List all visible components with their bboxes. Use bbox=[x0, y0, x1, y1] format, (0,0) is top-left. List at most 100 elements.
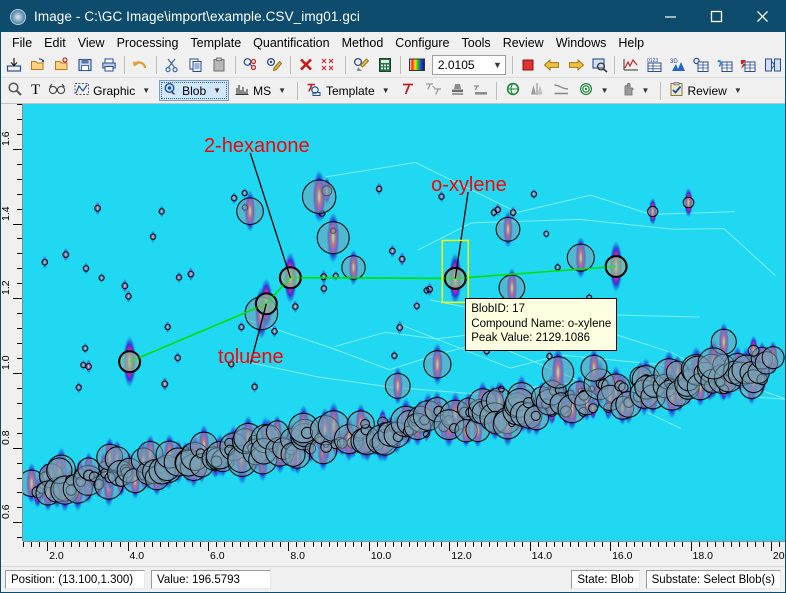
calculator-icon[interactable] bbox=[375, 54, 397, 76]
gc-image-plot[interactable]: 2-hexanone toluene o-xylene BlobID: 17 C… bbox=[23, 104, 785, 541]
x-tick-minor bbox=[152, 542, 153, 547]
stamp-tool[interactable] bbox=[447, 80, 468, 101]
print-icon[interactable] bbox=[99, 54, 121, 76]
copy-icon[interactable] bbox=[185, 54, 207, 76]
graphic-tool[interactable]: Graphic ▼ bbox=[71, 80, 157, 101]
ms-tool[interactable]: MS ▼ bbox=[231, 80, 293, 101]
status-position: Position: (13.100,1.300) bbox=[5, 570, 145, 589]
x-tick-minor bbox=[506, 542, 507, 547]
chevron-down-icon[interactable]: ▼ bbox=[378, 86, 394, 95]
x-tick-minor bbox=[200, 542, 201, 547]
status-value: Value: 196.5793 bbox=[151, 570, 271, 589]
compound-table-icon[interactable] bbox=[715, 54, 737, 76]
x-tick-minor bbox=[79, 542, 80, 547]
x-tick-minor bbox=[95, 542, 96, 547]
trend-tool[interactable] bbox=[550, 80, 573, 101]
globe-tool[interactable] bbox=[502, 80, 524, 101]
menu-quantification[interactable]: Quantification bbox=[247, 34, 335, 52]
x-tick-major bbox=[288, 542, 289, 551]
baseline-tool[interactable] bbox=[470, 80, 492, 101]
paste-icon[interactable] bbox=[209, 54, 231, 76]
report-table-icon[interactable] bbox=[739, 54, 761, 76]
chevron-down-icon[interactable]: ▼ bbox=[597, 86, 613, 95]
menu-tools[interactable]: Tools bbox=[456, 34, 497, 52]
chevron-down-icon[interactable]: ▼ bbox=[730, 86, 746, 95]
minimize-button[interactable] bbox=[647, 1, 693, 32]
text-tool[interactable]: T bbox=[28, 80, 43, 101]
x-tick-minor bbox=[514, 542, 515, 547]
x-tick-minor bbox=[465, 542, 466, 547]
review-tool[interactable]: Review ▼ bbox=[666, 80, 748, 101]
clear-blobs-icon[interactable] bbox=[319, 54, 341, 76]
paint-blob-icon[interactable] bbox=[351, 54, 373, 76]
peak-compare-tool[interactable] bbox=[526, 80, 548, 101]
chevron-down-icon[interactable]: ▼ bbox=[638, 86, 654, 95]
y-tick-minor bbox=[17, 283, 22, 284]
menu-windows[interactable]: Windows bbox=[550, 34, 613, 52]
delete-icon[interactable] bbox=[296, 54, 318, 76]
baseline-icon bbox=[473, 82, 489, 99]
x-tick-minor bbox=[602, 542, 603, 547]
template-table-icon[interactable] bbox=[691, 54, 713, 76]
image-compare-icon[interactable] bbox=[762, 54, 784, 76]
zoom-region-icon[interactable] bbox=[589, 54, 611, 76]
y-tick-minor bbox=[17, 478, 22, 479]
x-tick-minor bbox=[192, 542, 193, 547]
x-tick-minor bbox=[256, 542, 257, 547]
undo-icon[interactable] bbox=[130, 54, 152, 76]
menu-configure[interactable]: Configure bbox=[389, 34, 455, 52]
x-tick-minor bbox=[329, 542, 330, 547]
y-tick-major bbox=[13, 373, 22, 374]
chromatogram-icon[interactable] bbox=[620, 54, 642, 76]
x-tick-minor bbox=[481, 542, 482, 547]
menu-edit[interactable]: Edit bbox=[38, 34, 72, 52]
blob-table-icon[interactable]: 0123 bbox=[644, 54, 666, 76]
spectacles-tool[interactable] bbox=[45, 80, 69, 101]
annotation-o-xylene[interactable]: o-xylene bbox=[431, 174, 507, 197]
target-tool[interactable]: ▼ bbox=[575, 80, 616, 101]
chevron-down-icon[interactable]: ▼ bbox=[274, 86, 290, 95]
back-arrow-icon[interactable] bbox=[541, 54, 563, 76]
x-tick-minor bbox=[666, 542, 667, 547]
annotation-2-hexanone[interactable]: 2-hexanone bbox=[204, 135, 310, 158]
x-tick-minor bbox=[699, 542, 700, 547]
x-tick-label: 20.0 bbox=[773, 550, 786, 562]
3d-view-icon[interactable]: 3D bbox=[668, 54, 690, 76]
menu-method[interactable]: Method bbox=[336, 34, 390, 52]
stop-icon[interactable] bbox=[518, 54, 540, 76]
blob-detect-icon[interactable] bbox=[241, 54, 263, 76]
menu-view[interactable]: View bbox=[72, 34, 111, 52]
template-tool[interactable]: Template ▼ bbox=[303, 80, 397, 101]
template-match-tool[interactable] bbox=[422, 80, 445, 101]
zoom-combobox[interactable]: 2.0105 ▼ bbox=[432, 55, 506, 75]
blob-edit-icon[interactable] bbox=[264, 54, 286, 76]
open-folder-icon[interactable] bbox=[28, 54, 50, 76]
close-button[interactable] bbox=[739, 1, 785, 32]
template-icon bbox=[306, 82, 323, 99]
status-substate: Substate: Select Blob(s) bbox=[646, 570, 781, 589]
maximize-button[interactable] bbox=[693, 1, 739, 32]
chevron-down-icon[interactable]: ▼ bbox=[209, 86, 225, 95]
x-tick-minor bbox=[586, 542, 587, 547]
magnifier-tool[interactable] bbox=[4, 80, 26, 101]
blob-tool[interactable]: Blob ▼ bbox=[159, 80, 229, 101]
import-icon[interactable] bbox=[4, 54, 26, 76]
annotation-toluene[interactable]: toluene bbox=[218, 346, 284, 369]
cut-icon[interactable] bbox=[162, 54, 184, 76]
menu-help[interactable]: Help bbox=[612, 34, 650, 52]
colormap-icon[interactable] bbox=[406, 54, 428, 76]
forward-arrow-icon[interactable] bbox=[565, 54, 587, 76]
menu-review[interactable]: Review bbox=[497, 34, 550, 52]
chevron-down-icon[interactable]: ▼ bbox=[493, 60, 502, 70]
x-tick-minor bbox=[425, 542, 426, 547]
chevron-down-icon[interactable]: ▼ bbox=[138, 86, 154, 95]
open-recent-icon[interactable] bbox=[51, 54, 73, 76]
hand-tool[interactable]: ▼ bbox=[618, 80, 657, 101]
save-icon[interactable] bbox=[75, 54, 97, 76]
menu-processing[interactable]: Processing bbox=[111, 34, 185, 52]
menu-file[interactable]: File bbox=[6, 34, 38, 52]
menu-template[interactable]: Template bbox=[184, 34, 247, 52]
toolbar-separator bbox=[512, 56, 514, 74]
template-transform-tool[interactable] bbox=[399, 80, 420, 101]
x-tick-minor bbox=[264, 542, 265, 547]
